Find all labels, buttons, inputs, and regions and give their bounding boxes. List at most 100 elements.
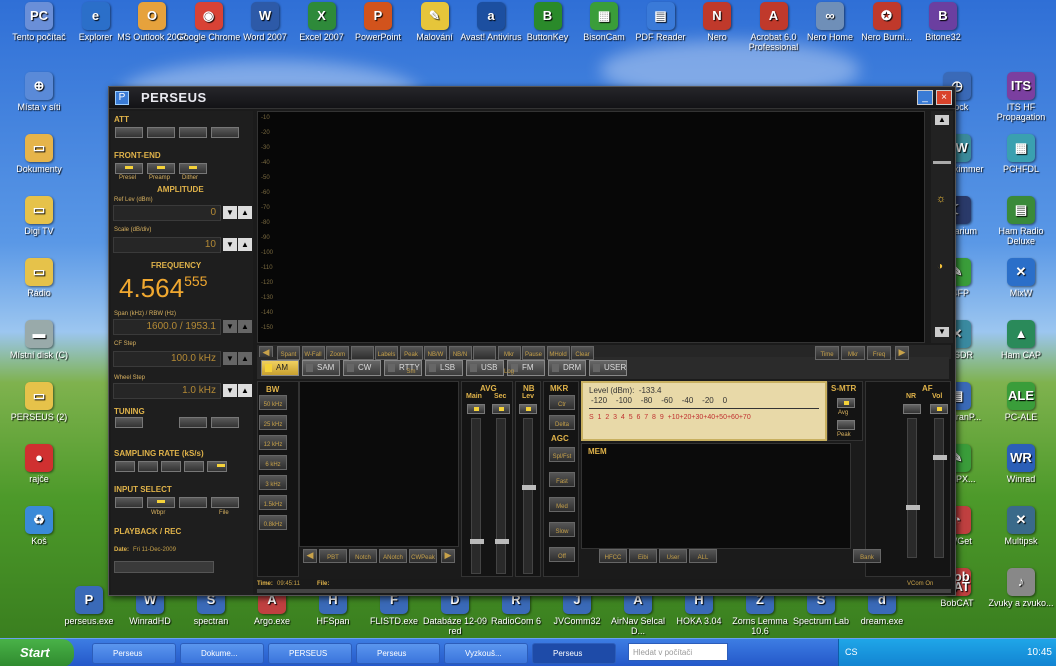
bw-1-5khz-button[interactable]: 1.5kHz bbox=[259, 495, 287, 510]
nb-button[interactable] bbox=[519, 404, 537, 414]
nb-level-slider[interactable] bbox=[522, 418, 536, 574]
spectrum-level-slider[interactable] bbox=[933, 161, 951, 164]
ref-level-value[interactable]: 0 bbox=[113, 205, 221, 221]
smtr-avg-button[interactable] bbox=[837, 398, 855, 408]
task-button-0[interactable]: Perseus bbox=[92, 643, 176, 664]
sampling-125-button[interactable] bbox=[115, 461, 135, 472]
nr-slider[interactable] bbox=[906, 418, 920, 558]
smtr-peak-button[interactable] bbox=[837, 420, 855, 430]
filter-notch-button[interactable]: Notch bbox=[349, 549, 377, 563]
att-30-button[interactable] bbox=[211, 127, 239, 138]
toolbar-button-zoom[interactable]: Zoom bbox=[326, 346, 349, 360]
frequency-display[interactable]: 4.564555 bbox=[119, 273, 207, 303]
desktop-icon-digi-tv[interactable]: ▭ Digi TV bbox=[4, 196, 74, 236]
mem-eibi-button[interactable]: Eibi bbox=[629, 549, 657, 563]
toolbar-button-time[interactable]: Time bbox=[815, 346, 839, 360]
agc-off-button[interactable]: Off bbox=[549, 547, 575, 562]
desktop-icon-zvuky-a-zvuko[interactable]: ♪ Zvuky a zvuko... bbox=[986, 568, 1056, 608]
toolbar-button-labels[interactable]: Labels bbox=[375, 346, 398, 360]
scroll-up-button[interactable]: ▲ bbox=[935, 115, 949, 125]
mode-rtty-button[interactable]: RTTY bbox=[384, 360, 422, 376]
minimize-button[interactable]: _ bbox=[917, 90, 933, 105]
spectrum-display[interactable]: -10 -20 -30 -40 -50 -60 -70 -80 -90 -100 -110 -120 -… bbox=[257, 111, 925, 343]
desktop-icon-its-hf-propagation[interactable]: ITS ITS HF Propagation bbox=[986, 72, 1056, 122]
preselector-button[interactable] bbox=[115, 163, 143, 174]
toolbar-button-nb-w[interactable]: NB/W bbox=[424, 346, 447, 360]
playback-progress[interactable] bbox=[257, 589, 951, 593]
bw-3-khz-button[interactable]: 3 kHz bbox=[259, 475, 287, 490]
bw-25-khz-button[interactable]: 25 kHz bbox=[259, 415, 287, 430]
avg-main-button[interactable] bbox=[467, 404, 485, 414]
mode-lsb-button[interactable]: LSB bbox=[425, 360, 463, 376]
mem-all-button[interactable]: ALL bbox=[689, 549, 717, 563]
nr-button[interactable] bbox=[903, 404, 921, 414]
desktop-icon-ham-cap[interactable]: ▲ Ham CAP bbox=[986, 320, 1056, 360]
mode-usb-button[interactable]: USB bbox=[466, 360, 504, 376]
bw-12-khz-button[interactable]: 12 kHz bbox=[259, 435, 287, 450]
desktop-icon-r-dio[interactable]: ▭ Rádio bbox=[4, 258, 74, 298]
input-wbpr-button[interactable] bbox=[147, 497, 175, 508]
mem-hfcc-button[interactable]: HFCC bbox=[599, 549, 627, 563]
att-10-button[interactable] bbox=[147, 127, 175, 138]
desktop-icon-winrad[interactable]: WR Winrad bbox=[986, 444, 1056, 484]
agc-fast-button[interactable]: Fast bbox=[549, 472, 575, 487]
volume-slider[interactable] bbox=[933, 418, 947, 558]
search-input[interactable]: Hledat v počítači bbox=[628, 643, 728, 661]
desktop-icon-pc-ale[interactable]: ALE PC-ALE bbox=[986, 382, 1056, 422]
start-button[interactable]: Start bbox=[0, 639, 74, 666]
span-up-button[interactable]: ▲ bbox=[238, 320, 252, 333]
att-20-button[interactable] bbox=[179, 127, 207, 138]
desktop-icon-ham-radio-deluxe[interactable]: ▤ Ham Radio Deluxe bbox=[986, 196, 1056, 246]
task-button-2[interactable]: PERSEUS bbox=[268, 643, 352, 664]
span-value[interactable]: 1600.0 / 1953.1 bbox=[113, 319, 221, 335]
ref-level-up-button[interactable]: ▲ bbox=[238, 206, 252, 219]
desktop-icon-ko[interactable]: ♻ Koš bbox=[4, 506, 74, 546]
agc-spl-fst-button[interactable]: Spl/Fst bbox=[549, 447, 575, 462]
toolbar-button-peak-sm[interactable]: Peak Sm bbox=[399, 346, 423, 375]
avg-sec-button[interactable] bbox=[492, 404, 510, 414]
scale-up-button[interactable]: ▲ bbox=[238, 238, 252, 251]
sampling-250-button[interactable] bbox=[138, 461, 158, 472]
filter-pbt-button[interactable]: PBT bbox=[319, 549, 347, 563]
close-button[interactable]: × bbox=[936, 90, 952, 105]
wheel-step-value[interactable]: 1.0 kHz bbox=[113, 383, 221, 399]
toolbar-button-x[interactable] bbox=[350, 346, 374, 360]
avg-sec-slider[interactable] bbox=[495, 418, 509, 574]
toolbar-button-pause[interactable]: Pause bbox=[522, 346, 545, 360]
mem-bank-button[interactable]: Bank bbox=[853, 549, 881, 563]
tuning-button-2[interactable] bbox=[179, 417, 207, 428]
playback-transport[interactable] bbox=[114, 561, 214, 573]
toolbar-button-mhold[interactable]: MHold bbox=[546, 346, 570, 360]
wheel-step-up-button[interactable]: ▲ bbox=[238, 384, 252, 397]
desktop-icon-perseus-2[interactable]: ▭ PERSEUS (2) bbox=[4, 382, 74, 422]
toolbar-next-button[interactable]: ▶ bbox=[895, 346, 909, 360]
mode-drm-button[interactable]: DRM bbox=[548, 360, 586, 376]
desktop-icon-pchfdl[interactable]: ▦ PCHFDL bbox=[986, 134, 1056, 174]
filter-anotch-button[interactable]: ANotch bbox=[379, 549, 407, 563]
task-button-4[interactable]: Vyzkouš... bbox=[444, 643, 528, 664]
toolbar-button-w-fall[interactable]: W-Fall bbox=[301, 346, 325, 360]
bw-50-khz-button[interactable]: 50 kHz bbox=[259, 395, 287, 410]
filter-cwpeak-button[interactable]: CWPeak bbox=[409, 549, 437, 563]
vol-button[interactable] bbox=[930, 404, 948, 414]
span-down-button[interactable]: ▼ bbox=[223, 320, 237, 333]
toolbar-button-spant[interactable]: Spant bbox=[277, 346, 300, 360]
agc-slow-button[interactable]: Slow bbox=[549, 522, 575, 537]
toolbar-button-freq[interactable]: Freq bbox=[867, 346, 891, 360]
desktop-icon-bitone32[interactable]: B Bitone32 bbox=[908, 2, 978, 42]
task-button-1[interactable]: Dokume... bbox=[180, 643, 264, 664]
ref-level-down-button[interactable]: ▼ bbox=[223, 206, 237, 219]
mode-am-button[interactable]: AM bbox=[261, 360, 299, 376]
mkr-delta-button[interactable]: Delta bbox=[549, 415, 575, 430]
cf-step-up-button[interactable]: ▲ bbox=[238, 352, 252, 365]
mkr-ctr-button[interactable]: Ctr bbox=[549, 395, 575, 410]
sampling-1000-button[interactable] bbox=[184, 461, 204, 472]
toolbar-button-mkr[interactable]: Mkr bbox=[841, 346, 865, 360]
input-3-button[interactable] bbox=[179, 497, 207, 508]
avg-main-slider[interactable] bbox=[470, 418, 484, 574]
scale-value[interactable]: 10 bbox=[113, 237, 221, 253]
sampling-2000-button[interactable] bbox=[207, 461, 227, 472]
mode-cw-button[interactable]: CW bbox=[343, 360, 381, 376]
dither-button[interactable] bbox=[179, 163, 207, 174]
task-button-5[interactable]: Perseus bbox=[532, 643, 616, 664]
